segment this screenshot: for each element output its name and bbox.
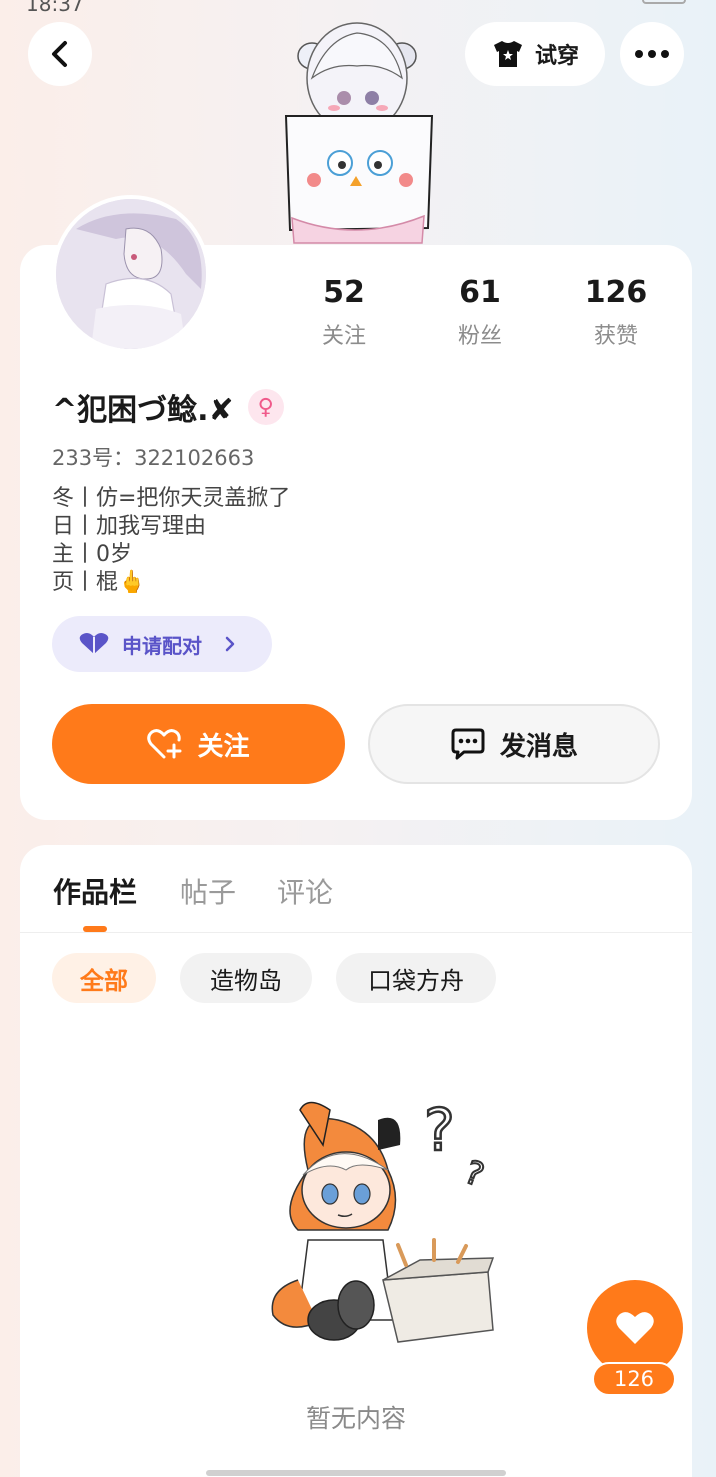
stat-likes[interactable]: 126 获赞 <box>556 275 676 350</box>
works-card: 作品栏 帖子 评论 全部 造物岛 口袋方舟 ? ? 暂无内容 <box>20 845 692 1477</box>
bio-line: 主丨0岁 <box>52 542 132 567</box>
empty-state-text: 暂无内容 <box>305 1404 406 1433</box>
stat-following[interactable]: 52 关注 <box>284 275 404 350</box>
apply-pair-button[interactable]: 申请配对 <box>52 616 272 672</box>
heart-icon <box>616 1312 654 1344</box>
more-button[interactable] <box>620 22 684 86</box>
avatar[interactable] <box>52 195 210 353</box>
svg-text:?: ? <box>460 1153 489 1195</box>
following-label: 关注 <box>321 324 366 349</box>
following-count: 52 <box>323 275 365 310</box>
heart-pair-icon <box>79 633 109 654</box>
follow-label: 关注 <box>197 731 250 762</box>
chevron-right-icon <box>225 636 235 652</box>
message-label: 发消息 <box>499 731 578 762</box>
works-tabs: 作品栏 帖子 评论 <box>20 845 692 933</box>
svg-text:?: ? <box>424 1096 455 1164</box>
female-icon: ♀ <box>247 389 284 425</box>
likes-count: 126 <box>584 275 648 310</box>
stat-followers[interactable]: 61 粉丝 <box>420 275 540 350</box>
filter-pocket-ark[interactable]: 口袋方舟 <box>336 953 496 1003</box>
filter-creation-island[interactable]: 造物岛 <box>180 953 312 1003</box>
user-id: 233号：322102663 <box>52 446 255 470</box>
try-on-button[interactable]: 试穿 <box>465 22 605 86</box>
banner-character-image <box>284 22 434 244</box>
bio-line: 页丨棍🖕 <box>52 570 146 595</box>
followers-label: 粉丝 <box>457 324 502 349</box>
back-button[interactable] <box>28 22 92 86</box>
bio: 冬丨仿=把你天灵盖掀了 日丨加我写理由 主丨0岁 页丨棍🖕 <box>52 485 290 597</box>
avatar-image <box>56 199 206 349</box>
apply-pair-label: 申请配对 <box>122 633 202 658</box>
empty-state-illustration: ? ? <box>271 1095 495 1343</box>
username-row: ^犯困づ鲶.✘ ♀ <box>52 385 284 429</box>
shirt-icon <box>493 41 522 67</box>
followers-count: 61 <box>459 275 501 310</box>
tab-works[interactable]: 作品栏 <box>53 871 137 911</box>
username: ^犯困づ鲶.✘ <box>52 393 234 428</box>
chat-bubble-icon <box>451 728 485 760</box>
try-on-label: 试穿 <box>534 44 579 69</box>
more-horizontal-icon <box>635 50 669 58</box>
filter-all[interactable]: 全部 <box>52 953 156 1003</box>
home-indicator <box>206 1470 506 1476</box>
status-time: 18:37 <box>26 0 84 16</box>
like-count: 126 <box>592 1362 676 1396</box>
active-tab-indicator <box>83 926 107 932</box>
likes-label: 获赞 <box>593 324 638 349</box>
heart-plus-icon <box>147 729 182 759</box>
tab-posts[interactable]: 帖子 <box>180 871 236 911</box>
chevron-left-icon <box>52 41 67 67</box>
battery-icon <box>642 0 686 4</box>
message-button[interactable]: 发消息 <box>368 704 660 784</box>
follow-button[interactable]: 关注 <box>52 704 345 784</box>
bio-line: 冬丨仿=把你天灵盖掀了 <box>52 486 291 511</box>
bio-line: 日丨加我写理由 <box>52 514 207 539</box>
tab-comments[interactable]: 评论 <box>277 871 333 911</box>
